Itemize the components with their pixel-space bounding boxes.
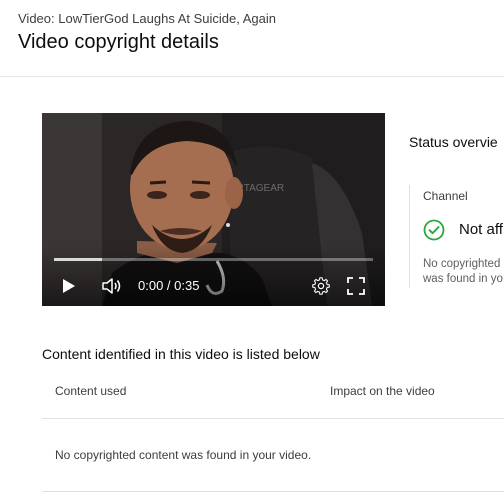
settings-button[interactable] xyxy=(310,275,332,297)
video-player[interactable]: ERTAGEAR 0:00 / 0:35 xyxy=(42,113,385,306)
column-header-content-used: Content used xyxy=(55,384,127,398)
check-circle-icon xyxy=(423,219,445,241)
table-empty-row: No copyrighted content was found in your… xyxy=(42,419,504,492)
status-overview-title: Status overvie xyxy=(409,134,498,150)
progress-fill xyxy=(54,258,102,261)
column-header-impact: Impact on the video xyxy=(330,384,435,398)
fullscreen-icon xyxy=(347,277,365,295)
time-display: 0:00 / 0:35 xyxy=(138,278,200,293)
video-subtitle: Video: LowTierGod Laughs At Suicide, Aga… xyxy=(18,11,277,26)
content-section-heading: Content identified in this video is list… xyxy=(42,346,320,362)
content-table-header: Content used Impact on the video xyxy=(42,367,504,419)
page-title: Video copyright details xyxy=(18,31,219,53)
play-button[interactable] xyxy=(58,275,80,297)
progress-bar[interactable] xyxy=(54,258,373,261)
volume-button[interactable] xyxy=(100,275,124,297)
channel-label: Channel xyxy=(423,189,468,203)
controls-overlay xyxy=(42,246,385,306)
status-note-line1: No copyrighted xyxy=(423,258,501,270)
status-note-line2: was found in yo xyxy=(423,273,503,285)
volume-icon xyxy=(102,278,121,294)
page-header: Video: LowTierGod Laughs At Suicide, Aga… xyxy=(0,0,504,77)
status-note: No copyrighted was found in yo xyxy=(423,257,504,287)
fullscreen-button[interactable] xyxy=(345,275,367,297)
channel-status-value: Not aff xyxy=(459,221,503,238)
channel-status-card: Channel Not aff No copyrighted was found… xyxy=(409,185,504,288)
play-icon xyxy=(63,279,75,293)
empty-table-message: No copyrighted content was found in your… xyxy=(55,448,312,462)
settings-gear-icon xyxy=(312,277,330,295)
